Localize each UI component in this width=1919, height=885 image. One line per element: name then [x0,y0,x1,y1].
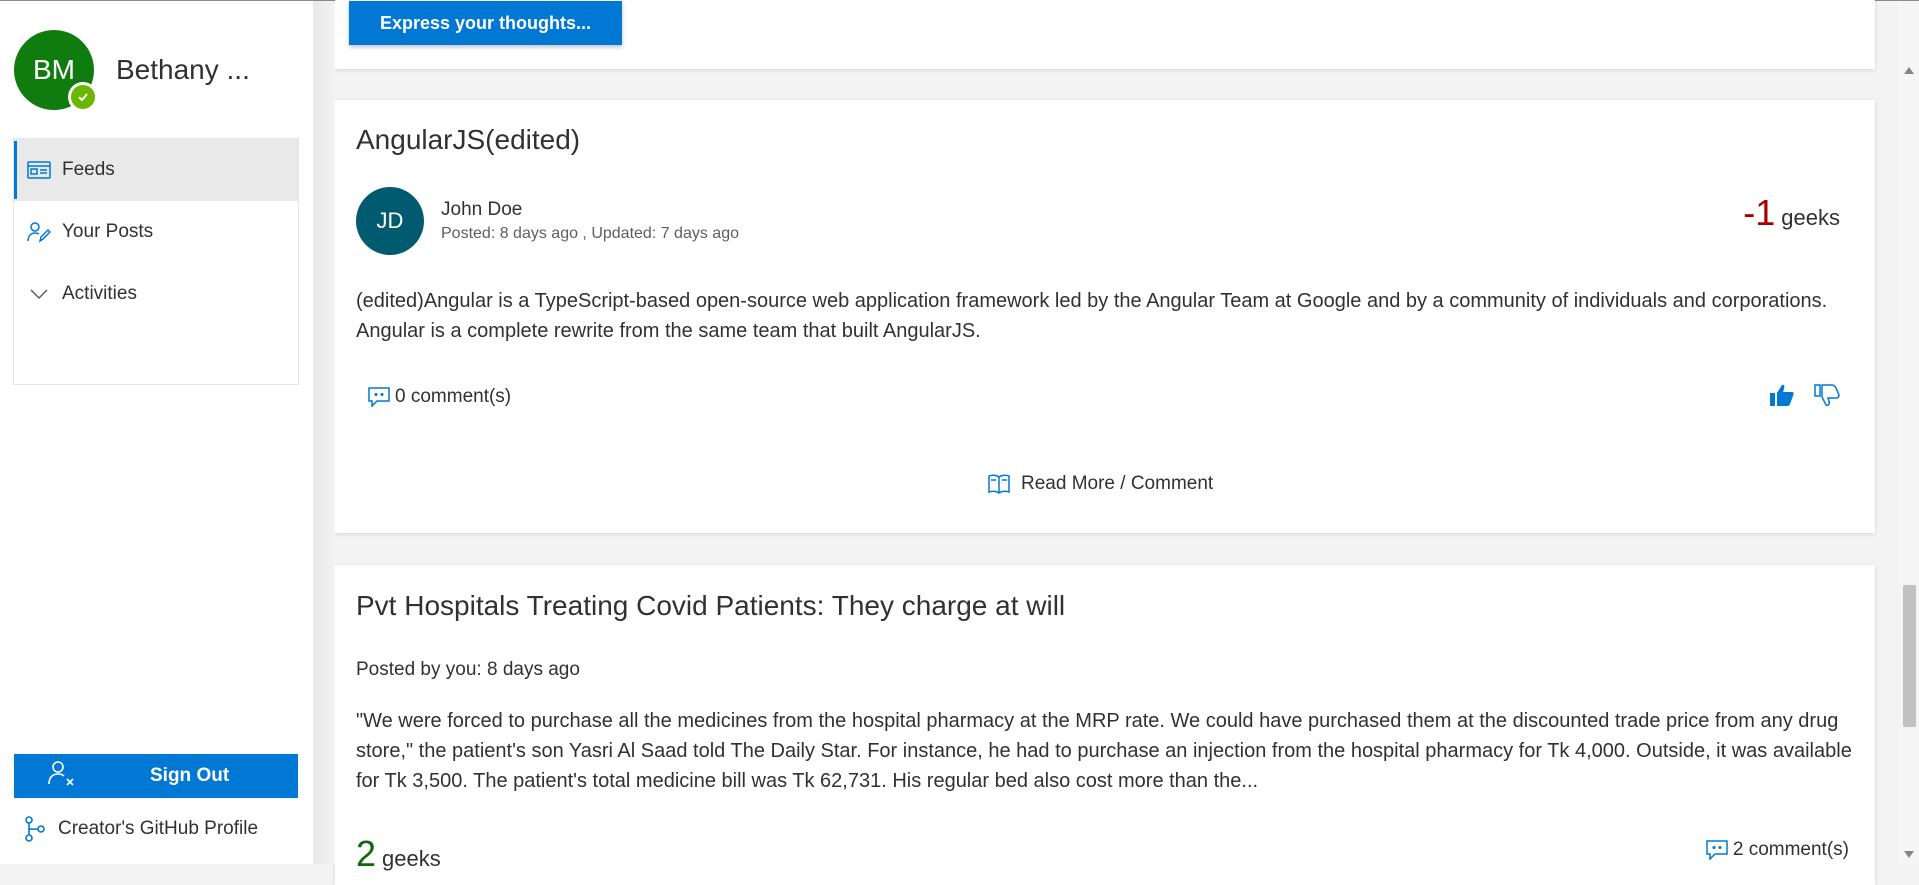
post-body: "We were forced to purchase all the medi… [356,710,1852,792]
comment-icon [1706,840,1728,860]
github-profile-link[interactable]: Creator's GitHub Profile [24,816,258,842]
presence-available-icon [68,82,98,112]
compose-card: Express your thoughts... [335,0,1875,69]
sidebar-item-feeds[interactable]: Feeds [14,139,298,201]
author-avatar[interactable]: JD [356,187,424,255]
sidebar-item-activities[interactable]: Activities [14,263,298,325]
feed-icon [26,157,52,183]
comment-icon [368,387,390,407]
score-value: -1 [1743,192,1776,233]
post-title[interactable]: Pvt Hospitals Treating Covid Patients: T… [356,590,1065,622]
feed-area: Express your thoughts... AngularJS(edite… [313,0,1899,885]
express-thoughts-button[interactable]: Express your thoughts... [349,1,622,45]
branch-icon [24,816,46,842]
comments-link[interactable]: 0 comment(s) [368,386,511,408]
sidebar-nav: Feeds Your Posts Activities [13,138,299,385]
sidebar-item-label: Feeds [62,159,115,180]
github-label: Creator's GitHub Profile [58,818,259,839]
post-card: Pvt Hospitals Treating Covid Patients: T… [335,565,1875,885]
score-value: 2 [356,833,377,874]
scroll-up-icon[interactable] [1904,67,1914,74]
sidebar-shadow [313,1,335,864]
sidebar-item-your-posts[interactable]: Your Posts [14,201,298,263]
user-name: Bethany ... [116,54,250,85]
sign-out-button[interactable]: Sign Out [14,754,298,798]
read-more-label: Read More / Comment [1021,473,1214,494]
user-profile[interactable]: BM Bethany ... [14,30,250,112]
score-unit: geeks [1781,205,1840,230]
comments-count: 2 comment(s) [1732,839,1849,860]
author-initials: JD [376,208,404,233]
sidebar-item-label: Your Posts [62,221,154,242]
avatar-initials: BM [33,54,75,85]
scrollbar-thumb[interactable] [1903,585,1916,727]
chevron-down-icon [26,281,52,307]
sidebar-item-label: Activities [62,283,137,304]
author-name: John Doe [441,199,523,220]
post-body: (edited)Angular is a TypeScript-based op… [356,290,1828,342]
thumbs-up-icon[interactable] [1769,383,1795,407]
post-card: AngularJS(edited) JD John Doe Posted: 8 … [335,100,1875,533]
post-author: JD John Doe Posted: 8 days ago , Updated… [356,187,739,255]
sign-out-label: Sign Out [150,765,230,786]
post-timestamp: Posted by you: 8 days ago [356,659,580,680]
scroll-down-icon[interactable] [1904,851,1914,858]
read-more-link[interactable]: Read More / Comment [987,473,1213,495]
vertical-scrollbar[interactable] [1899,1,1919,864]
avatar[interactable]: BM [14,30,98,112]
score-unit: geeks [382,846,441,871]
geeks-score: -1 geeks [1743,192,1840,234]
geeks-score: 2 geeks [356,833,441,875]
comments-count: 0 comment(s) [395,386,512,407]
book-icon [987,473,1011,495]
post-timestamp: Posted: 8 days ago , Updated: 7 days ago [441,225,739,242]
post-title[interactable]: AngularJS(edited) [356,124,580,156]
edit-person-icon [26,219,52,245]
comments-link[interactable]: 2 comment(s) [1706,839,1849,861]
thumbs-down-icon[interactable] [1814,383,1840,407]
sign-out-person-icon [46,759,78,793]
sidebar: BM Bethany ... Feeds Your Posts Activiti… [0,1,313,864]
